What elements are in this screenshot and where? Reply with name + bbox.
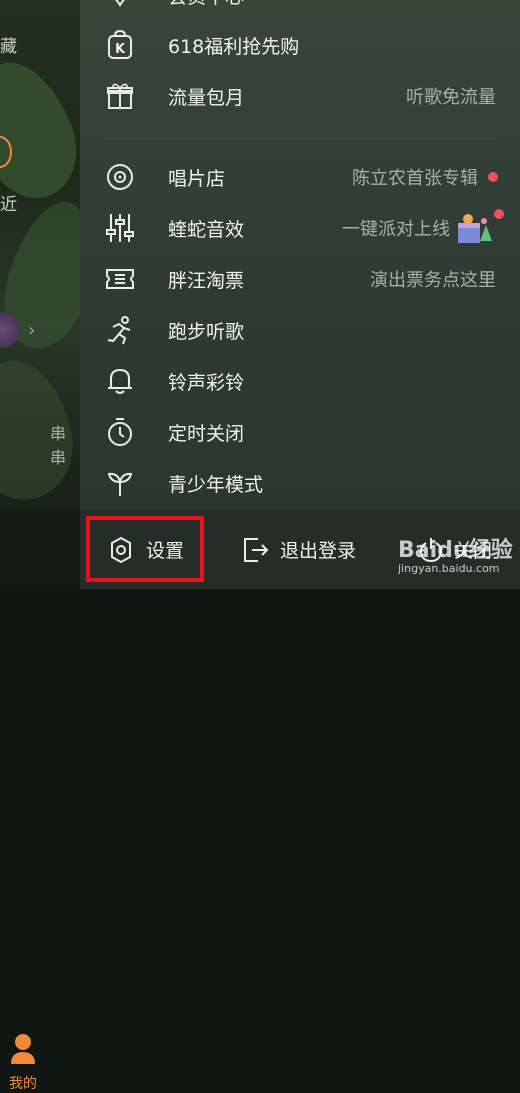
- bell-icon: [104, 365, 136, 397]
- k-bag-icon: K: [104, 29, 136, 61]
- logout-icon: [240, 535, 270, 565]
- watermark-url: jingyan.baidu.com: [398, 562, 500, 575]
- settings-highlight-box: [86, 516, 204, 582]
- section-divider: [104, 138, 496, 139]
- drawer-item-timer[interactable]: 定时关闭: [80, 407, 520, 457]
- user-avatar-icon[interactable]: [10, 1032, 36, 1066]
- drawer-item-label: 定时关闭: [168, 422, 245, 445]
- drawer-item-label: 618福利抢先购: [168, 35, 300, 58]
- drawer-item-label: 跑步听歌: [168, 320, 245, 343]
- drawer-item-viper-sound[interactable]: 蝰蛇音效 一键派对上线: [80, 203, 520, 253]
- drawer-item-label: 铃声彩铃: [168, 371, 245, 394]
- sprout-icon: [104, 467, 136, 499]
- bg-side-text: 藏: [0, 37, 17, 57]
- watermark-logo: Baidu经验: [398, 538, 513, 563]
- drawer-item-running[interactable]: 跑步听歌: [80, 305, 520, 355]
- notification-dot: [494, 209, 504, 219]
- background-bottom-nav: 我的: [0, 510, 80, 1092]
- drawer-item-hint: 演出票务点这里: [370, 270, 496, 291]
- chevron-right-icon[interactable]: ›: [28, 320, 35, 341]
- vinyl-disc-icon: [104, 161, 136, 193]
- side-drawer: 会员中心 K 618福利抢先购 流量包月 听歌免流量 唱片店 陈立农首张专辑 蝰…: [80, 0, 520, 589]
- equalizer-icon: [104, 212, 136, 244]
- drawer-item-label: 唱片店: [168, 167, 226, 190]
- drawer-item-label: 胖汪淘票: [168, 269, 245, 292]
- party-gift-icon: [454, 211, 494, 247]
- drawer-item-record-store[interactable]: 唱片店 陈立农首张专辑: [80, 152, 520, 202]
- drawer-item-618[interactable]: K 618福利抢先购: [80, 20, 520, 70]
- baidu-watermark: Baidu经验 jingyan.baidu.com: [398, 532, 513, 575]
- drawer-item-teen-mode[interactable]: 青少年模式: [80, 458, 520, 508]
- gift-box-icon: [104, 80, 136, 112]
- leaf-decoration: [0, 48, 80, 212]
- bg-side-text: 近: [0, 195, 17, 215]
- drawer-item-label: 青少年模式: [168, 473, 264, 496]
- drawer-item-hint: 一键派对上线: [342, 219, 450, 240]
- drawer-item-hint: 听歌免流量: [406, 87, 496, 108]
- drawer-item-label: 流量包月: [168, 86, 245, 109]
- drawer-item-vip-partial[interactable]: 会员中心: [80, 0, 520, 20]
- running-icon: [104, 314, 136, 346]
- drawer-item-label: 会员中心: [168, 0, 244, 9]
- svg-text:K: K: [115, 42, 126, 57]
- notification-dot: [488, 172, 498, 182]
- logout-label: 退出登录: [280, 540, 357, 562]
- drawer-item-hint: 陈立农首张专辑: [352, 168, 478, 189]
- ticket-icon: [104, 263, 136, 295]
- nav-mine-label[interactable]: 我的: [9, 1073, 37, 1093]
- drawer-item-label: 蝰蛇音效: [168, 218, 245, 241]
- diamond-icon: [104, 0, 136, 11]
- logout-button[interactable]: 退出登录: [240, 510, 356, 589]
- drawer-item-traffic[interactable]: 流量包月 听歌免流量: [80, 71, 520, 121]
- drawer-item-ringtone[interactable]: 铃声彩铃: [80, 356, 520, 406]
- timer-icon: [104, 416, 136, 448]
- drawer-item-ticket[interactable]: 胖汪淘票 演出票务点这里: [80, 254, 520, 304]
- background-app-strip: 藏 近 › 串串: [0, 0, 80, 589]
- bg-side-text: 串串: [50, 424, 67, 467]
